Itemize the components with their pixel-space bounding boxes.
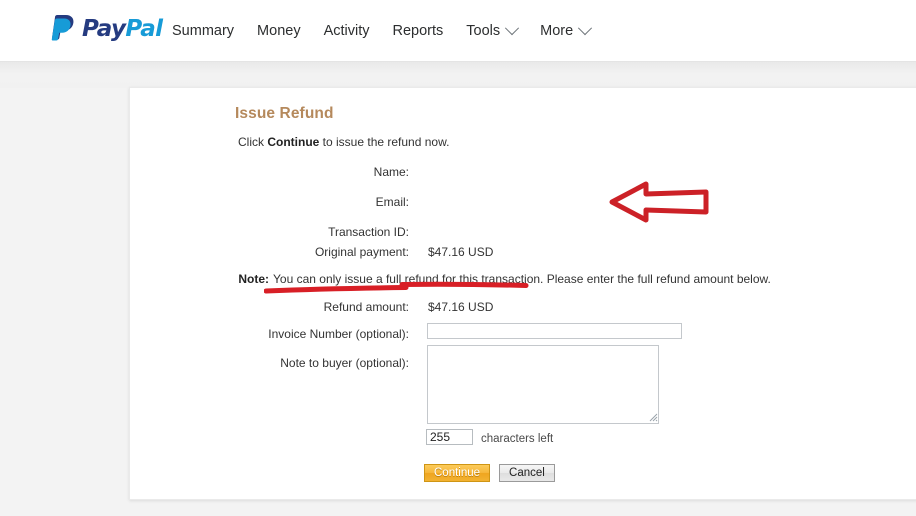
label-transaction-id: Transaction ID: <box>328 225 409 239</box>
row-transaction-id: Transaction ID: <box>130 225 916 240</box>
nav-label-money: Money <box>257 23 301 39</box>
cancel-button[interactable]: Cancel <box>499 464 555 482</box>
row-email: Email: <box>130 195 916 210</box>
nav-label-reports: Reports <box>392 23 444 39</box>
nav-item-money[interactable]: Money <box>257 23 301 39</box>
intro-text: Click Continue to issue the refund now. <box>238 135 449 149</box>
header-shadow-band <box>0 62 916 88</box>
nav-label-summary: Summary <box>172 23 235 39</box>
value-original-payment: $47.16 USD <box>428 245 494 259</box>
issue-refund-card: Issue Refund Click Continue to issue the… <box>129 87 916 500</box>
label-note: Note: <box>238 272 269 286</box>
nav-item-reports[interactable]: Reports <box>393 23 444 39</box>
characters-left-input[interactable] <box>426 429 473 445</box>
chevron-down-icon <box>578 21 593 36</box>
form-actions: Continue Cancel <box>424 464 555 482</box>
paypal-logo[interactable]: PayPal <box>50 14 163 44</box>
nav-label-more: More <box>540 23 574 39</box>
paypal-wordmark-pay: Pay <box>82 15 126 42</box>
continue-button[interactable]: Continue <box>424 464 491 482</box>
nav-item-more[interactable]: More <box>540 21 593 39</box>
paypal-wordmark: PayPal <box>82 15 163 42</box>
label-email: Email: <box>375 195 409 209</box>
intro-prefix: Click <box>238 135 268 149</box>
note-message: You can only issue a full refund for thi… <box>273 272 771 286</box>
value-refund-amount: $47.16 USD <box>428 300 494 314</box>
row-original-payment: Original payment: $47.16 USD <box>130 245 916 260</box>
paypal-logo-icon <box>51 15 74 41</box>
label-refund-amount: Refund amount: <box>323 300 409 314</box>
nav-item-summary[interactable]: Summary <box>172 23 234 39</box>
label-name: Name: <box>373 165 409 179</box>
row-refund-amount: Refund amount: $47.16 USD <box>130 300 916 315</box>
chevron-down-icon <box>505 21 520 36</box>
intro-suffix: to issue the refund now. <box>319 135 450 149</box>
nav-item-activity[interactable]: Activity <box>324 23 370 39</box>
nav-label-tools: Tools <box>466 23 501 39</box>
label-original-payment: Original payment: <box>314 245 409 259</box>
intro-bold-continue: Continue <box>267 135 320 149</box>
main-navigation: Summary Money Activity Reports Tools Mor… <box>172 0 593 62</box>
note-to-buyer-textarea[interactable] <box>427 345 659 424</box>
label-note-to-buyer: Note to buyer (optional): <box>280 356 409 370</box>
label-invoice-number: Invoice Number (optional): <box>268 327 409 341</box>
site-header: PayPal Summary Money Activity Reports To… <box>0 0 916 62</box>
nav-item-tools[interactable]: Tools <box>466 21 520 39</box>
nav-label-activity: Activity <box>323 23 370 39</box>
page-title: Issue Refund <box>235 105 334 122</box>
paypal-wordmark-pal: Pal <box>125 15 163 42</box>
row-name: Name: <box>130 165 916 180</box>
characters-left-label: characters left <box>481 433 554 445</box>
invoice-number-input[interactable] <box>427 323 682 339</box>
